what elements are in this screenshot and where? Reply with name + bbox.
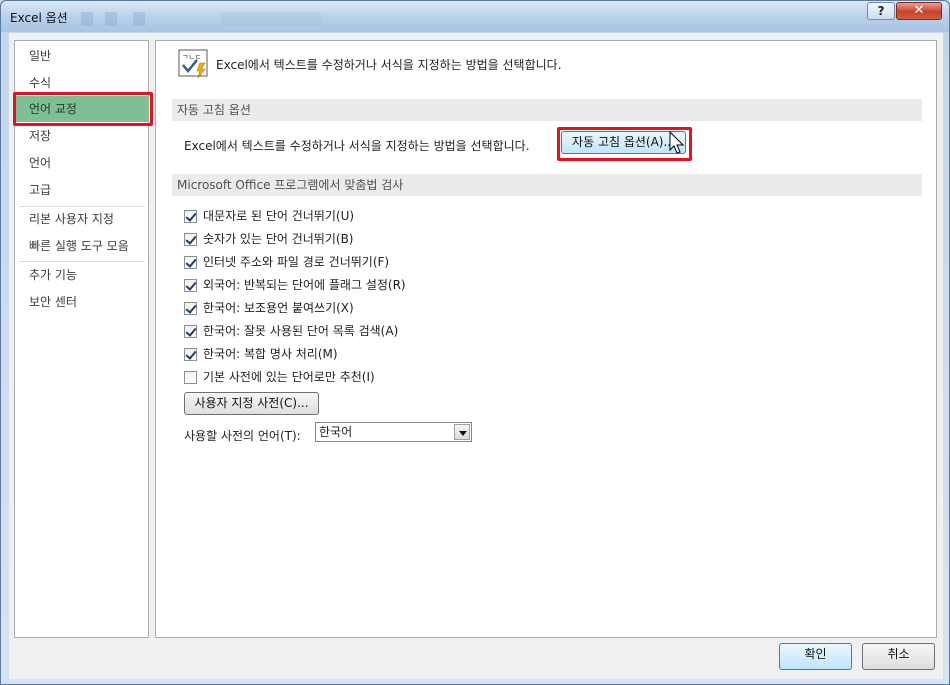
checkbox-korean-compound-nouns[interactable] [184,348,197,361]
dictionary-language-label: 사용할 사전의 언어(T): [184,429,301,443]
dialog-window: Excel 옵션 ? ✕ 일반 수식 언어 교정 저장 언어 고급 리본 사용자… [0,0,950,685]
checkbox-flag-repeated-words[interactable] [184,279,197,292]
checkbox-ignore-internet-paths[interactable] [184,256,197,269]
option-label: 대문자로 된 단어 건너뛰기(U) [203,209,355,223]
section-title-autocorrect: 자동 고침 옵션 [172,99,922,121]
option-label: 한국어: 잘못 사용된 단어 목록 검색(A) [203,324,399,338]
svg-text:ㄱㄴㄷ: ㄱㄴㄷ [182,53,201,61]
option-label: 한국어: 복합 명사 처리(M) [203,347,338,361]
option-label: 외국어: 반복되는 단어에 플래그 설정(R) [203,278,406,292]
window-title: Excel 옵션 [10,11,68,25]
cancel-button[interactable]: 취소 [862,643,935,670]
highlight-box-nav [13,92,153,126]
checkbox-korean-misused-words[interactable] [184,325,197,338]
nav-item-general[interactable]: 일반 [16,43,149,69]
title-bar[interactable]: Excel 옵션 ? ✕ [1,1,949,32]
panel-header-text: Excel에서 텍스트를 수정하거나 서식을 지정하는 방법을 선택합니다. [216,58,562,72]
section-title-spelling: Microsoft Office 프로그램에서 맞춤법 검사 [172,174,922,196]
nav-item-save[interactable]: 저장 [16,123,149,149]
nav-item-advanced[interactable]: 고급 [16,177,149,203]
checkbox-suggest-main-dictionary-only[interactable] [184,371,197,384]
nav-item-quick-access-toolbar[interactable]: 빠른 실행 도구 모음 [16,233,149,259]
option-label: 한국어: 보조용언 붙여쓰기(X) [203,301,354,315]
custom-dictionaries-button[interactable]: 사용자 지정 사전(C)... [184,392,319,415]
background-title-ghost [81,12,481,26]
dialog-client: 일반 수식 언어 교정 저장 언어 고급 리본 사용자 지정 빠른 실행 도구 … [9,33,943,679]
category-nav: 일반 수식 언어 교정 저장 언어 고급 리본 사용자 지정 빠른 실행 도구 … [14,40,149,638]
close-button[interactable]: ✕ [896,2,942,20]
nav-item-trust-center[interactable]: 보안 센터 [16,289,149,315]
dictionary-language-value: 한국어 [319,425,353,439]
option-label: 인터넷 주소와 파일 경로 건너뛰기(F) [203,255,390,269]
checkbox-korean-auxiliary-spacing[interactable] [184,302,197,315]
nav-item-customize-ribbon[interactable]: 리본 사용자 지정 [16,206,149,232]
checkbox-ignore-uppercase[interactable] [184,210,197,223]
autocorrect-description: Excel에서 텍스트를 수정하거나 서식을 지정하는 방법을 선택합니다. [184,139,530,153]
nav-item-add-ins[interactable]: 추가 기능 [16,262,149,288]
chevron-down-icon[interactable] [454,424,470,440]
mouse-pointer-icon [669,131,685,154]
option-label: 숫자가 있는 단어 건너뛰기(B) [203,232,354,246]
nav-item-language[interactable]: 언어 [16,150,149,176]
checkbox-ignore-numbers[interactable] [184,233,197,246]
help-button[interactable]: ? [867,2,895,20]
option-label: 기본 사전에 있는 단어로만 추천(I) [203,370,375,384]
dictionary-language-select[interactable]: 한국어 [315,422,472,442]
ok-button[interactable]: 확인 [779,643,852,670]
abc-checkmark-icon: ㄱㄴㄷ [178,49,208,79]
proofing-panel: ㄱㄴㄷ Excel에서 텍스트를 수정하거나 서식을 지정하는 방법을 선택합니… [155,40,937,638]
